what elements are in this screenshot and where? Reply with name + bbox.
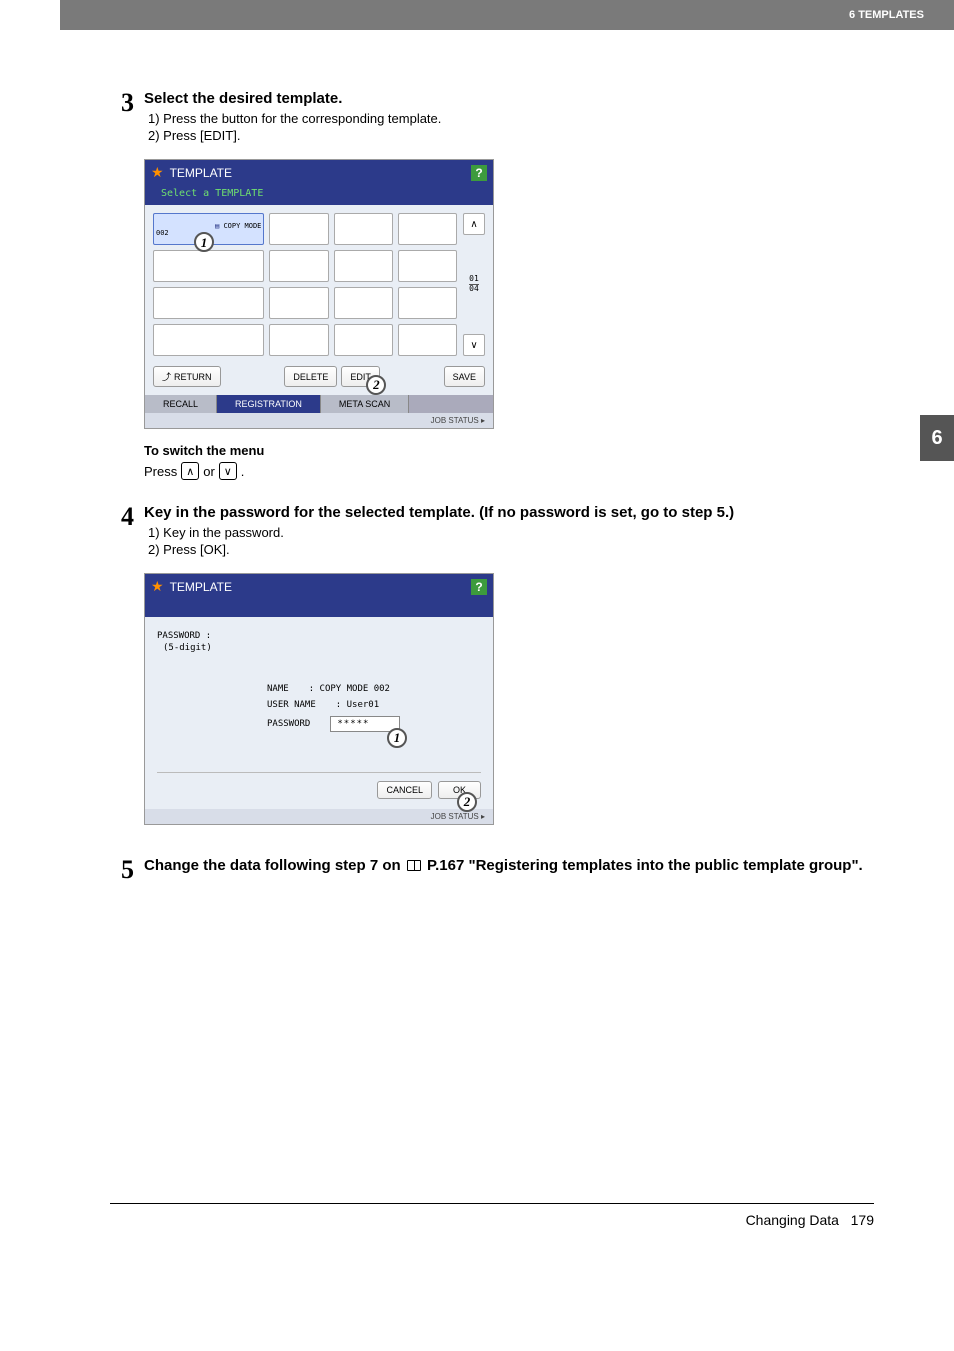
password-field-label: PASSWORD: [157, 719, 310, 729]
name-label: NAME: [157, 684, 289, 694]
note-text: Press ∧ or ∨ .: [144, 462, 874, 480]
star-icon: ★: [151, 164, 164, 181]
substep: 1) Press the button for the correspondin…: [148, 111, 874, 126]
up-key-icon: ∧: [181, 462, 199, 480]
step-5: 5 Change the data following step 7 on P.…: [110, 857, 874, 883]
cancel-button[interactable]: CANCEL: [377, 781, 432, 799]
step-number: 4: [110, 504, 134, 563]
book-icon: [407, 860, 421, 871]
template-cell[interactable]: [334, 250, 393, 282]
save-button[interactable]: SAVE: [444, 366, 485, 387]
ok-button[interactable]: OK 2: [438, 781, 481, 799]
template-cell[interactable]: ▤ COPY MODE 002 1: [153, 213, 264, 245]
return-button[interactable]: ⤴RETURN: [153, 366, 221, 387]
job-status[interactable]: JOB STATUS ▸: [145, 413, 493, 428]
template-cell[interactable]: [398, 287, 457, 319]
help-icon[interactable]: ?: [471, 165, 487, 181]
template-cell[interactable]: [334, 324, 393, 356]
password-label: PASSWORD :: [157, 631, 481, 643]
delete-button[interactable]: DELETE: [284, 366, 337, 387]
down-key-icon: ∨: [219, 462, 237, 480]
template-cell[interactable]: [269, 287, 328, 319]
running-header: 6 TEMPLATES: [60, 0, 954, 30]
template-select-screen: ★ TEMPLATE ? Select a TEMPLATE ▤ COPY MO…: [144, 159, 494, 429]
screen-title: TEMPLATE: [170, 580, 232, 594]
page-indicator: 01 04: [469, 239, 479, 330]
scroll-up-button[interactable]: ∧: [463, 213, 485, 235]
job-status[interactable]: JOB STATUS ▸: [145, 809, 493, 824]
step-title: Select the desired template.: [144, 90, 874, 107]
callout-1: 1: [387, 728, 407, 748]
password-hint: (5-digit): [157, 643, 481, 655]
substep: 1) Key in the password.: [148, 525, 874, 540]
callout-2: 2: [366, 375, 386, 395]
screen-subtitle: Select a TEMPLATE: [145, 185, 493, 205]
screen-title: TEMPLATE: [170, 166, 232, 180]
template-cell[interactable]: [334, 287, 393, 319]
tab-meta-scan[interactable]: META SCAN: [321, 395, 409, 413]
substep: 2) Press [EDIT].: [148, 128, 874, 143]
template-grid: ▤ COPY MODE 002 1: [153, 213, 457, 356]
step-number: 5: [110, 857, 134, 883]
step-title: Change the data following step 7 on P.16…: [144, 857, 874, 874]
template-cell[interactable]: [398, 213, 457, 245]
template-cell[interactable]: [153, 324, 264, 356]
chapter-tab: 6: [920, 415, 954, 461]
template-cell[interactable]: [334, 213, 393, 245]
help-icon[interactable]: ?: [471, 579, 487, 595]
password-screen: ★ TEMPLATE ? PASSWORD : (5-digit) NAME :…: [144, 573, 494, 825]
username-label: USER NAME: [157, 700, 316, 710]
template-cell[interactable]: [269, 213, 328, 245]
step-title: Key in the password for the selected tem…: [144, 504, 874, 521]
step-4: 4 Key in the password for the selected t…: [110, 504, 874, 563]
page-footer: Changing Data 179: [110, 1203, 874, 1228]
scroll-down-button[interactable]: ∨: [463, 334, 485, 356]
template-cell[interactable]: [269, 250, 328, 282]
step-number: 3: [110, 90, 134, 149]
template-cell[interactable]: [153, 250, 264, 282]
template-cell[interactable]: [398, 250, 457, 282]
name-value: : COPY MODE 002: [289, 684, 390, 694]
edit-button[interactable]: EDIT 2: [341, 366, 380, 387]
note-heading: To switch the menu: [144, 443, 874, 458]
star-icon: ★: [151, 578, 164, 595]
section-label: 6 TEMPLATES: [849, 9, 924, 21]
template-cell[interactable]: [153, 287, 264, 319]
username-value: : User01: [316, 700, 379, 710]
template-cell[interactable]: [398, 324, 457, 356]
callout-1: 1: [194, 232, 214, 252]
tab-registration[interactable]: REGISTRATION: [217, 395, 321, 413]
step-3: 3 Select the desired template. 1) Press …: [110, 90, 874, 149]
tab-recall[interactable]: RECALL: [145, 395, 217, 413]
template-cell[interactable]: [269, 324, 328, 356]
substep: 2) Press [OK].: [148, 542, 874, 557]
